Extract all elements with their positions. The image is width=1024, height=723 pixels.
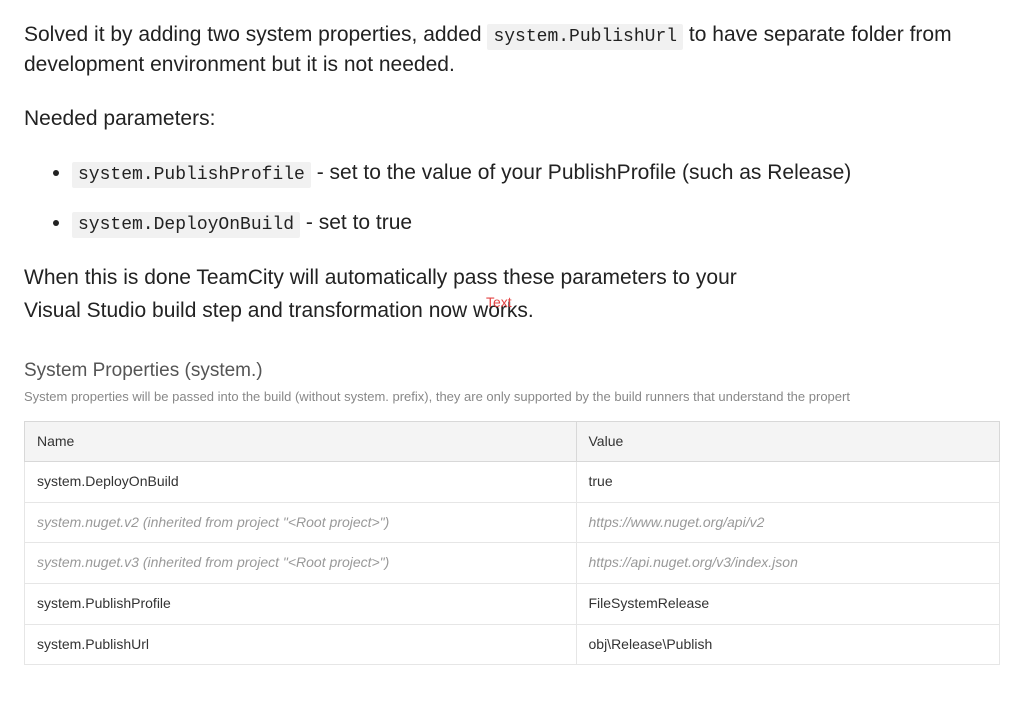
cell-name: system.DeployOnBuild — [25, 462, 577, 503]
col-name-header: Name — [25, 421, 577, 462]
table-row: system.nuget.v3 (inherited from project … — [25, 543, 1000, 584]
param-desc: - set to true — [306, 211, 412, 234]
overlay-text-annotation: Text — [486, 293, 512, 313]
cell-value: FileSystemRelease — [576, 583, 1000, 624]
closing-paragraph: When this is done TeamCity will automati… — [24, 263, 1000, 292]
code-publishurl: system.PublishUrl — [487, 24, 683, 50]
table-row: system.DeployOnBuild true — [25, 462, 1000, 503]
cell-value: true — [576, 462, 1000, 503]
answer-intro: Solved it by adding two system propertie… — [24, 20, 1000, 80]
params-list: system.PublishProfile - set to the value… — [24, 157, 1000, 239]
cell-name: system.PublishUrl — [25, 624, 577, 665]
cell-value: obj\Release\Publish — [576, 624, 1000, 665]
cell-name: system.PublishProfile — [25, 583, 577, 624]
table-body: system.DeployOnBuild true system.nuget.v… — [25, 462, 1000, 665]
table-row: system.nuget.v2 (inherited from project … — [25, 502, 1000, 543]
table-row: system.PublishUrl obj\Release\Publish — [25, 624, 1000, 665]
intro-pre: Solved it by adding two system propertie… — [24, 23, 487, 46]
closing-line2: Visual Studio build step and transformat… — [24, 299, 534, 322]
code-publishprofile: system.PublishProfile — [72, 162, 311, 188]
answer-body: Solved it by adding two system propertie… — [24, 20, 1000, 665]
cell-value: https://api.nuget.org/v3/index.json — [576, 543, 1000, 584]
system-properties-section: System Properties (system.) System prope… — [24, 358, 1000, 665]
table-row: system.PublishProfile FileSystemRelease — [25, 583, 1000, 624]
code-deployonbuild: system.DeployOnBuild — [72, 212, 300, 238]
needed-params-label: Needed parameters: — [24, 104, 1000, 133]
cell-name: system.nuget.v3 (inherited from project … — [25, 543, 577, 584]
cell-name: system.nuget.v2 (inherited from project … — [25, 502, 577, 543]
closing-line2-wrap: Visual Studio build step and transformat… — [24, 296, 1000, 325]
section-subtitle: System properties will be passed into th… — [24, 388, 1000, 406]
param-item: system.PublishProfile - set to the value… — [72, 157, 1000, 189]
col-value-header: Value — [576, 421, 1000, 462]
closing-line1: When this is done TeamCity will automati… — [24, 266, 737, 289]
section-heading: System Properties (system.) — [24, 358, 1000, 385]
param-item: system.DeployOnBuild - set to true — [72, 207, 1000, 239]
param-desc: - set to the value of your PublishProfil… — [317, 161, 852, 184]
system-properties-table: Name Value system.DeployOnBuild true sys… — [24, 421, 1000, 666]
cell-value: https://www.nuget.org/api/v2 — [576, 502, 1000, 543]
